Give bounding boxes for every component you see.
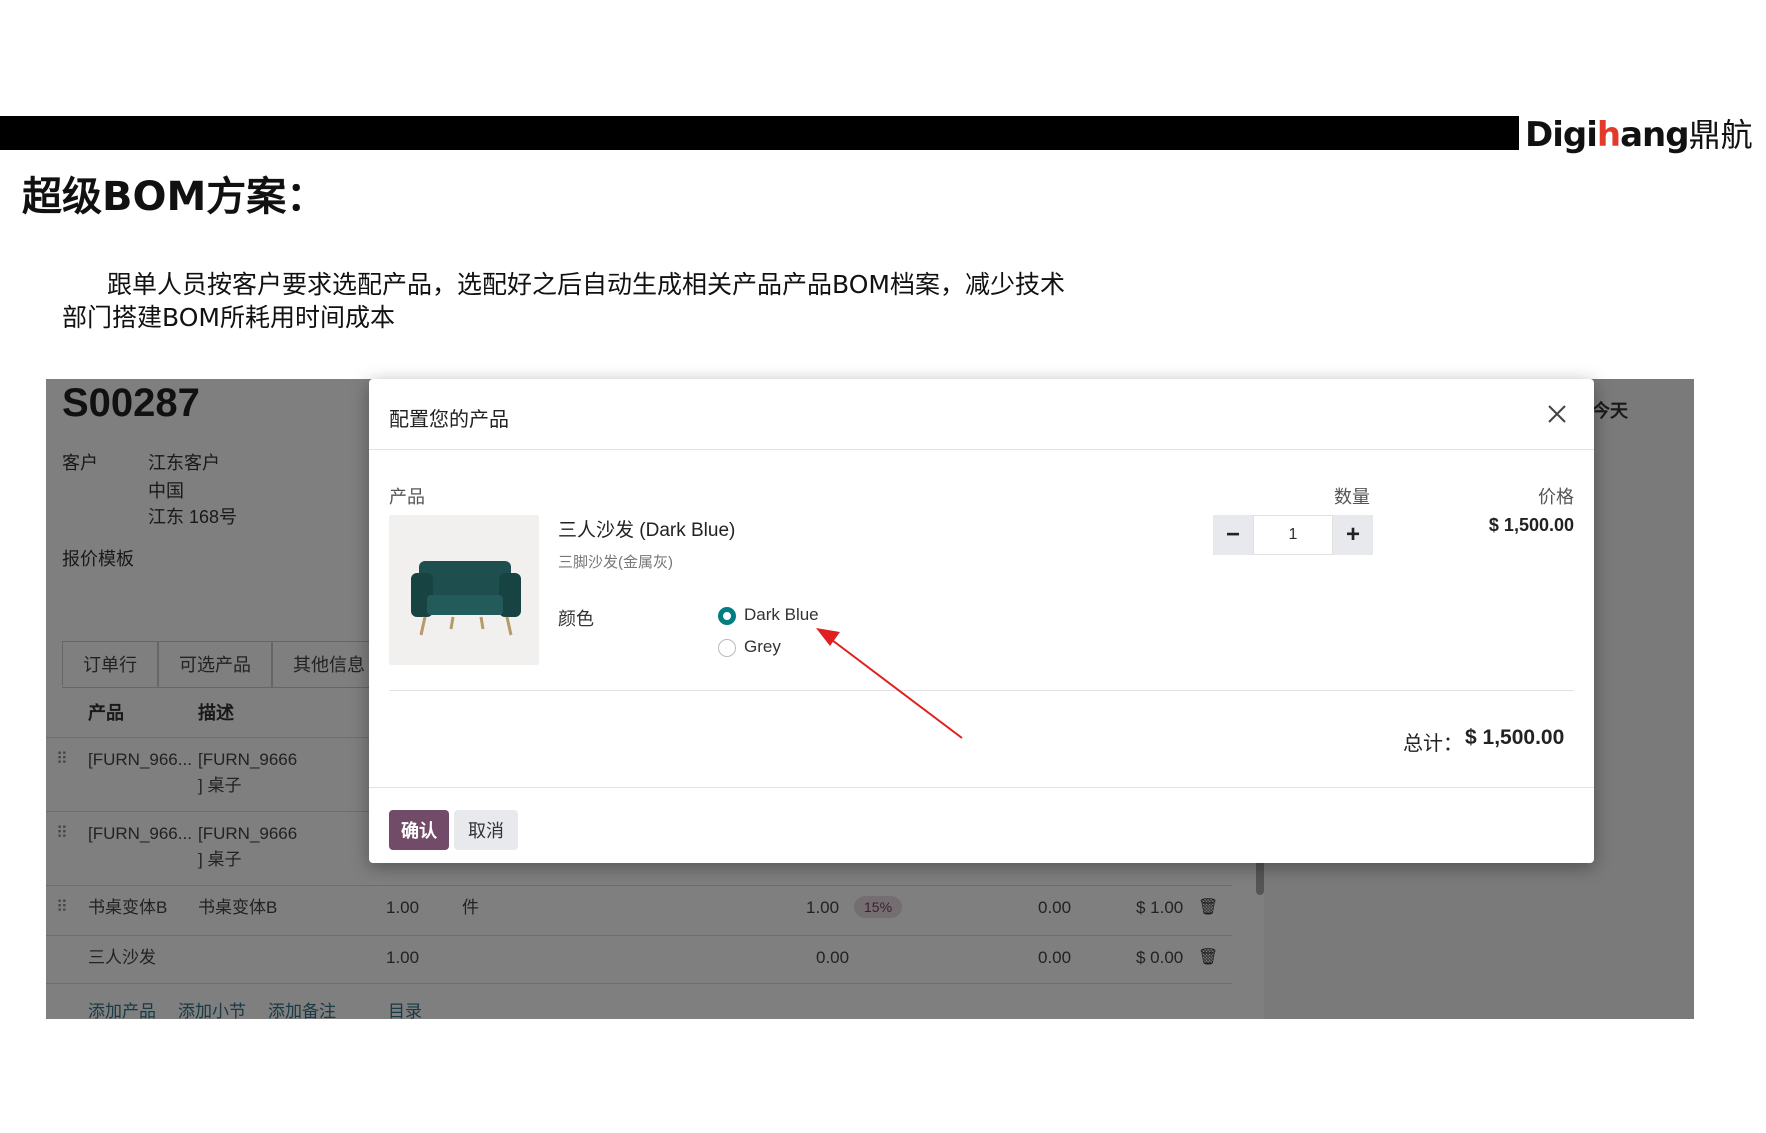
product-description: 三脚沙发(金属灰): [558, 554, 673, 571]
radio-label-grey[interactable]: Grey: [744, 637, 781, 657]
product-price: $ 1,500.00: [1488, 515, 1574, 535]
minus-button[interactable]: −: [1213, 515, 1253, 555]
slide-title: 超级BOM方案：: [22, 174, 327, 220]
sofa-icon: [411, 561, 521, 636]
column-price-label: 价格: [1538, 487, 1574, 507]
column-product-label: 产品: [389, 487, 425, 507]
cancel-button[interactable]: 取消: [454, 810, 518, 850]
total-label: 总计：: [1403, 733, 1463, 755]
dialog-footer: 确认 取消: [369, 787, 1594, 864]
close-icon[interactable]: [1542, 399, 1572, 429]
plus-button[interactable]: +: [1333, 515, 1373, 555]
description-line-2: 部门搭建BOM所耗用时间成本: [62, 303, 395, 332]
quantity-input[interactable]: [1253, 515, 1333, 555]
configure-product-dialog: 配置您的产品 产品 数量 价格 三人沙发 (Dark Blue) 三脚沙发(金属…: [369, 379, 1594, 863]
total-value: $ 1,500.00: [1465, 726, 1565, 749]
radio-grey[interactable]: [718, 639, 736, 657]
product-name: 三人沙发 (Dark Blue): [558, 520, 736, 541]
digihang-logo: Digihang鼎航: [1525, 115, 1753, 155]
quantity-stepper: − +: [1213, 515, 1373, 555]
divider: [389, 690, 1574, 691]
header-black-bar: [0, 116, 1519, 150]
column-quantity-label: 数量: [1334, 487, 1370, 507]
color-attribute-label: 颜色: [558, 609, 594, 629]
radio-dark-blue[interactable]: [718, 607, 736, 625]
dialog-header: 配置您的产品: [369, 379, 1594, 450]
slide-description: 跟单人员按客户要求选配产品，选配好之后自动生成相关产品产品BOM档案，减少技术 …: [62, 268, 1262, 334]
radio-label-dark-blue[interactable]: Dark Blue: [744, 605, 819, 625]
dialog-title: 配置您的产品: [389, 409, 509, 431]
product-image: [389, 515, 539, 665]
confirm-button[interactable]: 确认: [389, 810, 449, 850]
description-line-1: 跟单人员按客户要求选配产品，选配好之后自动生成相关产品产品BOM档案，减少技术: [107, 270, 1065, 299]
